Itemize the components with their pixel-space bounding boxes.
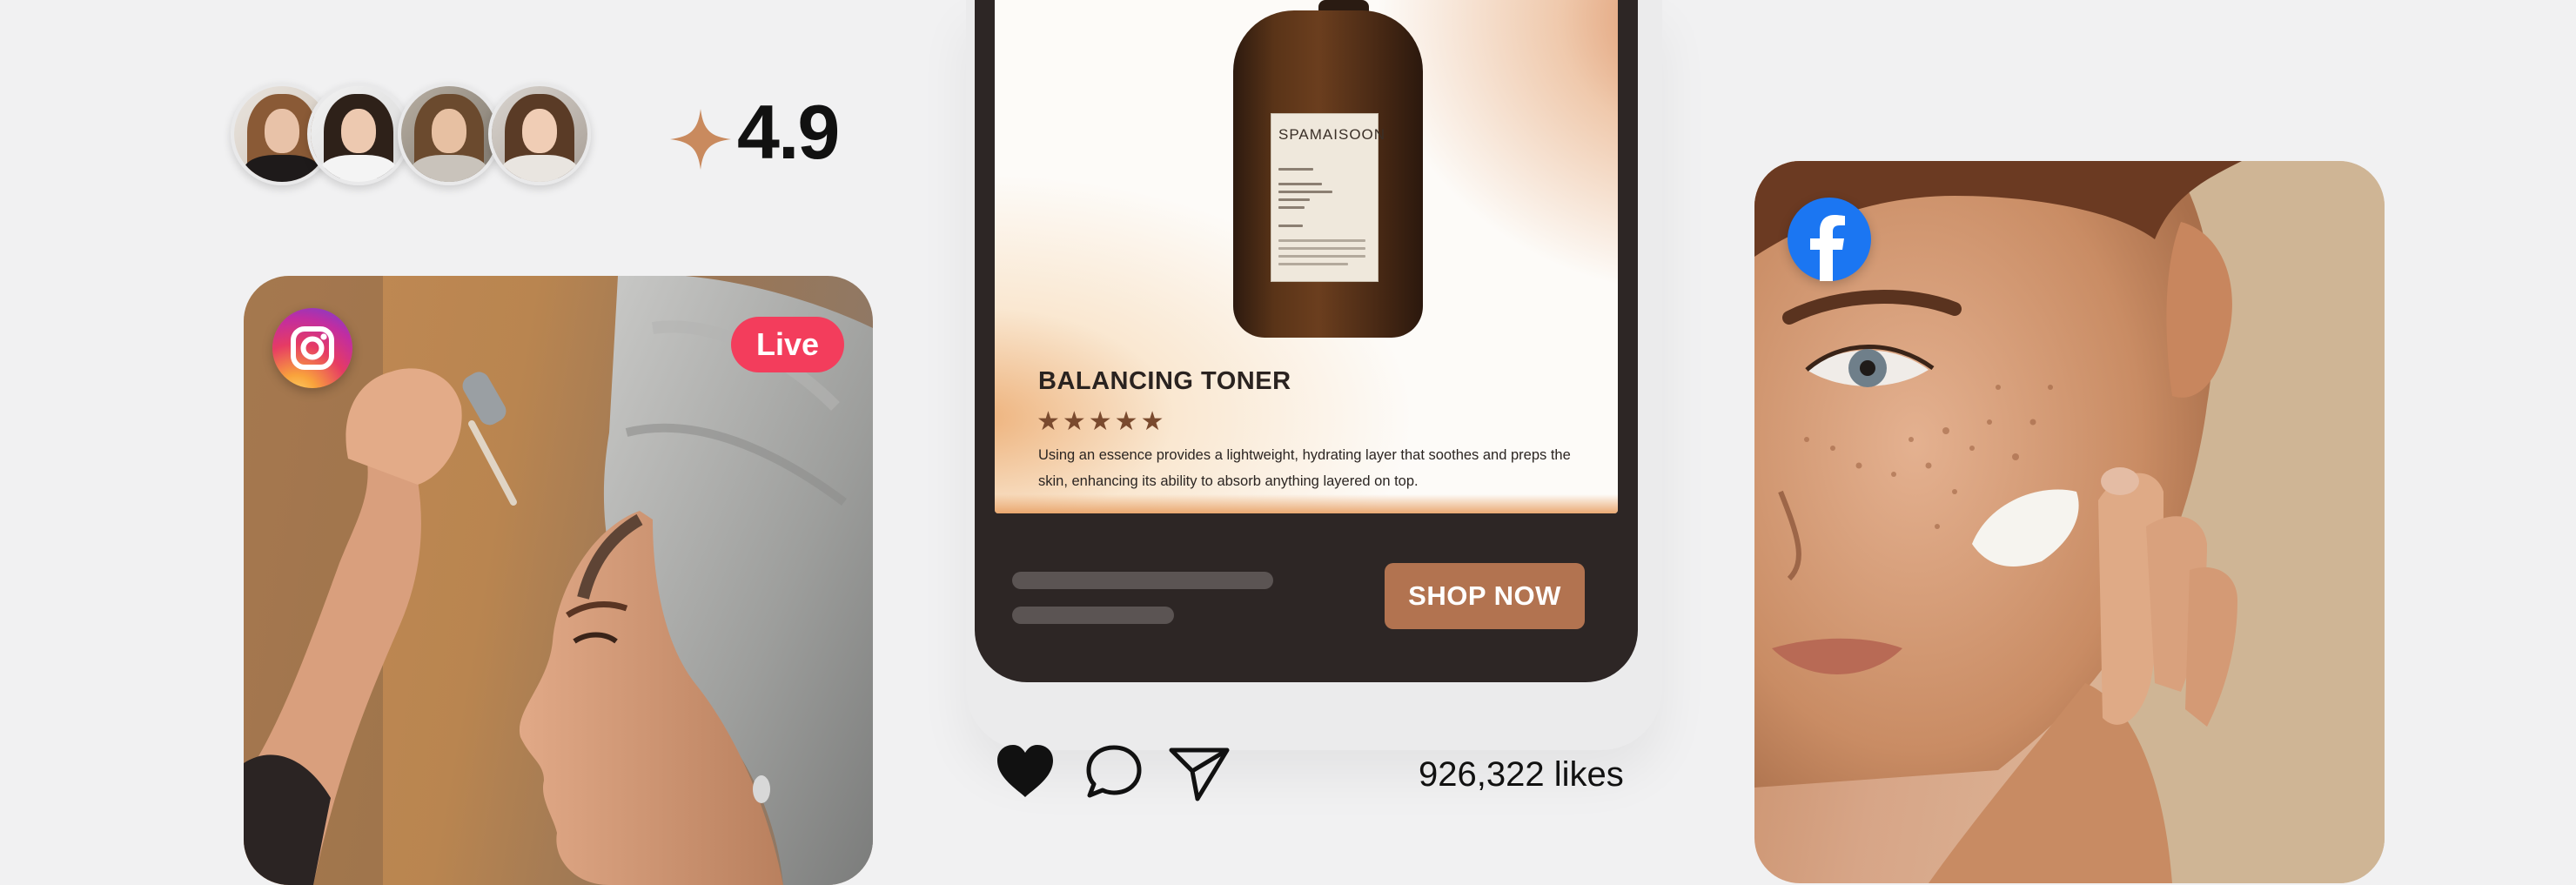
reviewer-avatars (231, 83, 596, 189)
product-ad-screen: SPAMAISOON BALANCING TONER ★★★★★ Using a… (995, 0, 1618, 513)
instagram-live-card[interactable]: Live (244, 276, 873, 885)
live-badge: Live (731, 317, 844, 372)
bottle-label: SPAMAISOON (1271, 113, 1386, 282)
rating-value: 4.9 (737, 89, 840, 175)
likes-count: 926,322 likes (1419, 755, 1624, 794)
placeholder-text-bar (1012, 607, 1174, 624)
product-description: Using an essence provides a lightweight,… (1038, 447, 1571, 489)
product-rating-stars: ★★★★★ (1036, 407, 1167, 436)
comment-icon[interactable] (1081, 740, 1147, 806)
facebook-post-card[interactable] (1754, 161, 2385, 883)
avatar (488, 83, 591, 185)
four-point-star-icon (670, 109, 731, 170)
brand-name: SPAMAISOON (1278, 126, 1386, 143)
heart-icon[interactable] (992, 740, 1058, 806)
placeholder-text-bar (1012, 572, 1273, 589)
product-title: BALANCING TONER (1038, 367, 1291, 395)
facebook-icon[interactable] (1788, 198, 1871, 281)
avatar (307, 83, 410, 185)
avatar (398, 83, 500, 185)
shop-now-button[interactable]: SHOP NOW (1385, 563, 1585, 629)
instagram-icon[interactable] (272, 308, 352, 388)
share-icon[interactable] (1166, 740, 1232, 806)
phone-mockup: SPAMAISOON BALANCING TONER ★★★★★ Using a… (975, 0, 1638, 682)
